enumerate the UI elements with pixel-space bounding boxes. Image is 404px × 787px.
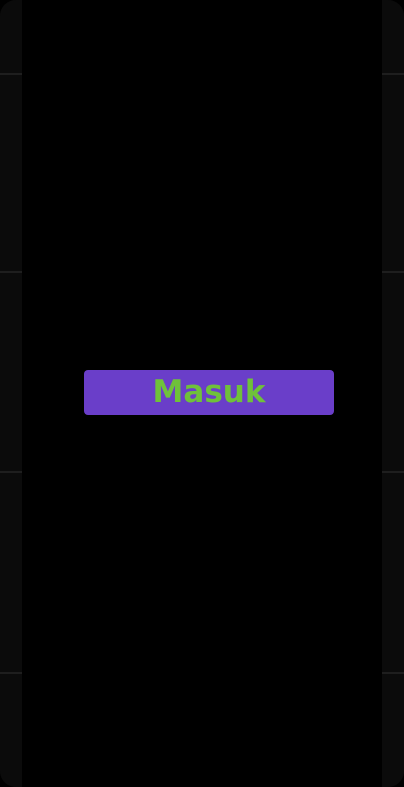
bezel-divider <box>0 471 22 473</box>
bezel-divider <box>382 471 404 473</box>
bezel-divider <box>0 672 22 674</box>
left-bezel <box>0 0 22 787</box>
login-button[interactable]: Masuk <box>84 370 334 415</box>
bezel-divider <box>0 271 22 273</box>
device-frame: Masuk <box>0 0 404 787</box>
bezel-divider <box>382 672 404 674</box>
right-bezel <box>382 0 404 787</box>
app-screen: Masuk <box>22 0 382 787</box>
bezel-divider <box>382 73 404 75</box>
bezel-divider <box>0 73 22 75</box>
bezel-divider <box>382 271 404 273</box>
